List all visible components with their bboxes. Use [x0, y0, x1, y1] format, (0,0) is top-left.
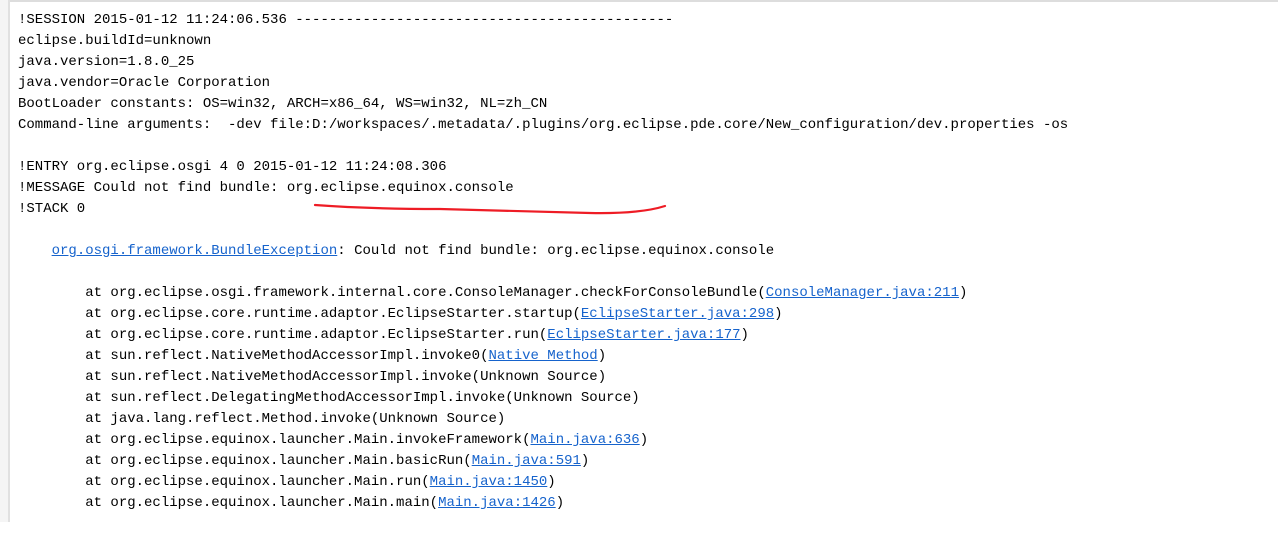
stack-frame: at org.eclipse.equinox.launcher.Main.mai…: [18, 493, 1270, 514]
stack-marker: !STACK 0: [18, 199, 1270, 220]
stack-frame-text: at sun.reflect.NativeMethodAccessorImpl.…: [18, 369, 606, 385]
source-link[interactable]: Main.java:591: [472, 453, 581, 469]
stack-frame-text: at org.eclipse.equinox.launcher.Main.run…: [18, 474, 430, 490]
message-line: !MESSAGE Could not find bundle: org.ecli…: [18, 178, 1270, 199]
exception-line: org.osgi.framework.BundleException: Coul…: [18, 220, 1270, 283]
source-link[interactable]: ConsoleManager.java:211: [766, 285, 959, 301]
stack-frame: at org.eclipse.core.runtime.adaptor.Ecli…: [18, 304, 1270, 325]
source-link[interactable]: EclipseStarter.java:298: [581, 306, 774, 322]
bootloader: BootLoader constants: OS=win32, ARCH=x86…: [18, 94, 1270, 115]
stack-frame-text: at org.eclipse.osgi.framework.internal.c…: [18, 285, 766, 301]
session-header: !SESSION 2015-01-12 11:24:06.536 -------…: [18, 10, 1270, 31]
exception-class-link[interactable]: org.osgi.framework.BundleException: [52, 243, 338, 259]
console-content: !SESSION 2015-01-12 11:24:06.536 -------…: [18, 4, 1270, 514]
stack-frame: at sun.reflect.NativeMethodAccessorImpl.…: [18, 346, 1270, 367]
stack-frame-suffix: ): [774, 306, 782, 322]
source-link[interactable]: Main.java:636: [530, 432, 639, 448]
source-link[interactable]: Native Method: [488, 348, 597, 364]
stack-frame-suffix: ): [581, 453, 589, 469]
stack-frame: at org.eclipse.equinox.launcher.Main.run…: [18, 472, 1270, 493]
stack-frame-suffix: ): [547, 474, 555, 490]
build-id: eclipse.buildId=unknown: [18, 31, 1270, 52]
left-gutter: [0, 0, 10, 522]
stack-frame-text: at org.eclipse.equinox.launcher.Main.inv…: [18, 432, 530, 448]
entry-line: !ENTRY org.eclipse.osgi 4 0 2015-01-12 1…: [18, 157, 1270, 178]
java-version: java.version=1.8.0_25: [18, 52, 1270, 73]
cmd-args: Command-line arguments: -dev file:D:/wor…: [18, 115, 1270, 136]
stack-frame-text: at org.eclipse.core.runtime.adaptor.Ecli…: [18, 327, 547, 343]
stack-frame: at org.eclipse.core.runtime.adaptor.Ecli…: [18, 325, 1270, 346]
stack-frame-text: at org.eclipse.equinox.launcher.Main.bas…: [18, 453, 472, 469]
stack-frame: at sun.reflect.NativeMethodAccessorImpl.…: [18, 367, 1270, 388]
stack-frame: at java.lang.reflect.Method.invoke(Unkno…: [18, 409, 1270, 430]
java-vendor: java.vendor=Oracle Corporation: [18, 73, 1270, 94]
top-border: [10, 0, 1278, 2]
stack-frame: at sun.reflect.DelegatingMethodAccessorI…: [18, 388, 1270, 409]
source-link[interactable]: Main.java:1450: [430, 474, 548, 490]
stack-frame-text: at sun.reflect.DelegatingMethodAccessorI…: [18, 390, 640, 406]
source-link[interactable]: EclipseStarter.java:177: [547, 327, 740, 343]
stack-frame-text: at org.eclipse.equinox.launcher.Main.mai…: [18, 495, 438, 511]
stack-frame: at org.eclipse.osgi.framework.internal.c…: [18, 283, 1270, 304]
stack-frame-suffix: ): [959, 285, 967, 301]
stack-frame-suffix: ): [598, 348, 606, 364]
blank-line: [18, 136, 1270, 157]
stack-frame: at org.eclipse.equinox.launcher.Main.inv…: [18, 430, 1270, 451]
stack-frame-suffix: ): [640, 432, 648, 448]
stack-frame-text: at java.lang.reflect.Method.invoke(Unkno…: [18, 411, 505, 427]
stack-frame: at org.eclipse.equinox.launcher.Main.bas…: [18, 451, 1270, 472]
stack-frame-suffix: ): [556, 495, 564, 511]
source-link[interactable]: Main.java:1426: [438, 495, 556, 511]
exception-message: : Could not find bundle: org.eclipse.equ…: [337, 243, 774, 259]
stack-trace: at org.eclipse.osgi.framework.internal.c…: [18, 283, 1270, 514]
stack-frame-suffix: ): [741, 327, 749, 343]
stack-frame-text: at sun.reflect.NativeMethodAccessorImpl.…: [18, 348, 488, 364]
stack-frame-text: at org.eclipse.core.runtime.adaptor.Ecli…: [18, 306, 581, 322]
